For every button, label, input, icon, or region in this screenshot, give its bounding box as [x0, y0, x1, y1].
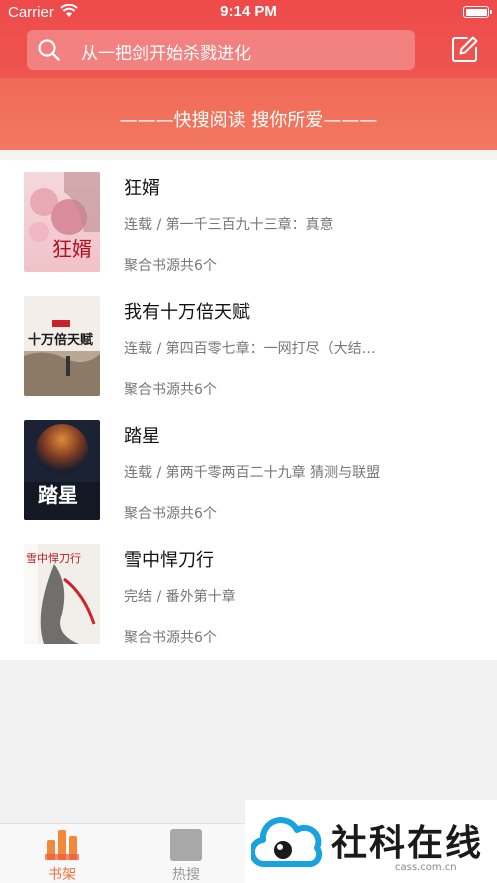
book-cover: 十万倍天赋: [24, 296, 100, 396]
book-latest-chapter: 连载 / 第一千三百九十三章：真意: [124, 217, 334, 233]
search-placeholder: 从一把剑开始杀戮进化: [81, 44, 251, 64]
book-title: 踏星: [124, 426, 160, 447]
tab-bookshelf[interactable]: 书架: [27, 824, 97, 883]
book-cover: 雪中悍刀行: [24, 544, 100, 644]
watermark-text: 社科在线: [331, 823, 484, 864]
status-bar: Carrier 9:14 PM: [0, 0, 497, 26]
slogan: ———快搜阅读 搜你所爱———: [119, 110, 378, 131]
book-item[interactable]: 踏星 踏星 连载 / 第两千零两百二十九章 猜测与联盟 聚合书源共6个: [0, 408, 497, 532]
tab-label: 热搜: [172, 867, 200, 883]
cover-title-text: 狂婿: [52, 237, 92, 261]
tab-hot-search[interactable]: 热搜: [151, 824, 221, 883]
cover-title-text: 十万倍天赋: [28, 332, 93, 348]
watermark-url: cass.com.cn: [395, 862, 457, 873]
bookshelf-list: 狂婿 狂婿 连载 / 第一千三百九十三章：真意 聚合书源共6个 十万倍天赋 我有…: [0, 150, 497, 660]
book-latest-chapter: 连载 / 第两千零两百二十九章 猜测与联盟: [124, 465, 381, 481]
hot-search-icon: [170, 829, 202, 861]
cloud-eye-icon: [251, 817, 323, 868]
clock: 9:14 PM: [220, 3, 277, 20]
book-title: 雪中悍刀行: [124, 550, 214, 571]
book-sources: 聚合书源共6个: [124, 630, 217, 646]
bookshelf-icon: [45, 830, 79, 860]
search-input[interactable]: 从一把剑开始杀戮进化: [27, 30, 415, 70]
book-sources: 聚合书源共6个: [124, 258, 217, 274]
tab-label: 书架: [48, 867, 76, 883]
cover-title-text: 踏星: [38, 483, 78, 507]
watermark-logo: 社科在线 cass.com.cn: [245, 800, 497, 883]
book-cover: 踏星: [24, 420, 100, 520]
book-title: 狂婿: [124, 178, 160, 199]
cover-title-text: 雪中悍刀行: [26, 551, 81, 565]
book-item[interactable]: 雪中悍刀行 雪中悍刀行 完结 / 番外第十章 聚合书源共6个: [0, 532, 497, 656]
book-item[interactable]: 十万倍天赋 我有十万倍天赋 连载 / 第四百零七章：一网打尽（大结… 聚合书源共…: [0, 284, 497, 408]
book-sources: 聚合书源共6个: [124, 382, 217, 398]
search-icon: [38, 39, 60, 61]
book-item[interactable]: 狂婿 狂婿 连载 / 第一千三百九十三章：真意 聚合书源共6个: [0, 160, 497, 284]
book-cover: 狂婿: [24, 172, 100, 272]
header: Carrier 9:14 PM 从一把剑开始杀戮进化 ———快搜阅读 搜你所爱—…: [0, 0, 497, 150]
book-title: 我有十万倍天赋: [124, 302, 250, 323]
edit-icon[interactable]: [451, 35, 479, 63]
book-latest-chapter: 完结 / 番外第十章: [124, 589, 236, 605]
book-sources: 聚合书源共6个: [124, 506, 217, 522]
battery-icon: [463, 6, 492, 18]
book-latest-chapter: 连载 / 第四百零七章：一网打尽（大结…: [124, 341, 376, 357]
